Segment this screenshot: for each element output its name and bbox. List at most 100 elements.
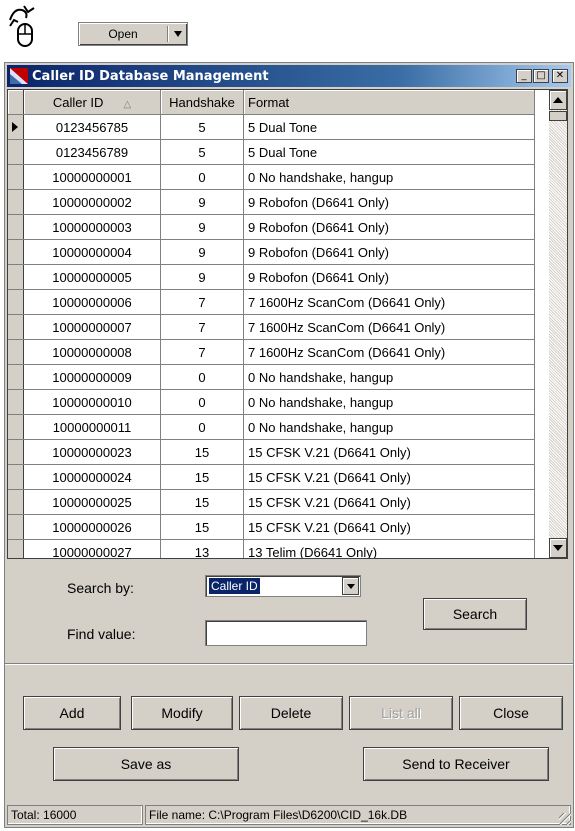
- cell-format[interactable]: 0 No handshake, hangup: [243, 364, 535, 390]
- cell-handshake[interactable]: 15: [160, 514, 244, 540]
- close-button[interactable]: Close: [459, 696, 563, 730]
- table-row[interactable]: 0123456785 5 5 Dual Tone: [8, 114, 535, 140]
- cell-handshake[interactable]: 0: [160, 164, 244, 190]
- column-header-format[interactable]: Format: [243, 90, 535, 115]
- row-indicator[interactable]: [8, 264, 24, 290]
- cell-caller-id[interactable]: 10000000009: [23, 364, 161, 390]
- table-row[interactable]: 10000000024 15 15 CFSK V.21 (D6641 Only): [8, 464, 535, 490]
- row-indicator[interactable]: [8, 164, 24, 190]
- cell-handshake[interactable]: 9: [160, 264, 244, 290]
- cell-format[interactable]: 9 Robofon (D6641 Only): [243, 189, 535, 215]
- open-button[interactable]: Open: [78, 22, 188, 46]
- row-indicator[interactable]: [8, 489, 24, 515]
- maximize-button[interactable]: □: [533, 69, 549, 83]
- row-indicator[interactable]: [8, 364, 24, 390]
- table-row[interactable]: 10000000011 0 0 No handshake, hangup: [8, 414, 535, 440]
- vertical-scrollbar[interactable]: [549, 90, 567, 558]
- cell-handshake[interactable]: 7: [160, 339, 244, 365]
- cell-format[interactable]: 9 Robofon (D6641 Only): [243, 264, 535, 290]
- table-row[interactable]: 10000000009 0 0 No handshake, hangup: [8, 364, 535, 390]
- find-value-input[interactable]: [205, 620, 367, 646]
- table-row[interactable]: 10000000007 7 7 1600Hz ScanCom (D6641 Only…: [8, 314, 535, 340]
- cell-caller-id[interactable]: 0123456789: [23, 139, 161, 165]
- search-button[interactable]: Search: [423, 598, 527, 630]
- cell-caller-id[interactable]: 10000000026: [23, 514, 161, 540]
- cell-handshake[interactable]: 7: [160, 289, 244, 315]
- list-all-button[interactable]: List all: [349, 696, 453, 730]
- caller-id-grid[interactable]: Caller ID △ Handshake Format 0123456785 5 5…: [7, 89, 568, 559]
- chevron-down-icon[interactable]: [169, 31, 187, 37]
- delete-button[interactable]: Delete: [239, 696, 343, 730]
- row-indicator[interactable]: [8, 114, 24, 140]
- scroll-up-icon[interactable]: [549, 90, 567, 110]
- table-row[interactable]: 10000000026 15 15 CFSK V.21 (D6641 Only): [8, 514, 535, 540]
- cell-caller-id[interactable]: 10000000025: [23, 489, 161, 515]
- table-row[interactable]: 10000000005 9 9 Robofon (D6641 Only): [8, 264, 535, 290]
- column-header-handshake[interactable]: Handshake: [160, 90, 244, 115]
- cell-caller-id[interactable]: 10000000008: [23, 339, 161, 365]
- cell-format[interactable]: 7 1600Hz ScanCom (D6641 Only): [243, 314, 535, 340]
- scroll-thumb[interactable]: [549, 111, 567, 121]
- cell-caller-id[interactable]: 0123456785: [23, 114, 161, 140]
- cell-format[interactable]: 0 No handshake, hangup: [243, 389, 535, 415]
- search-by-select[interactable]: Caller ID: [205, 575, 361, 597]
- cell-format[interactable]: 9 Robofon (D6641 Only): [243, 239, 535, 265]
- cell-handshake[interactable]: 9: [160, 189, 244, 215]
- cell-format[interactable]: 15 CFSK V.21 (D6641 Only): [243, 489, 535, 515]
- cell-handshake[interactable]: 9: [160, 214, 244, 240]
- row-indicator[interactable]: [8, 439, 24, 465]
- cell-handshake[interactable]: 0: [160, 364, 244, 390]
- table-row[interactable]: 10000000010 0 0 No handshake, hangup: [8, 389, 535, 415]
- cell-caller-id[interactable]: 10000000010: [23, 389, 161, 415]
- column-header-caller-id[interactable]: Caller ID △: [23, 90, 161, 115]
- send-to-receiver-button[interactable]: Send to Receiver: [363, 747, 549, 781]
- row-indicator[interactable]: [8, 214, 24, 240]
- cell-format[interactable]: 15 CFSK V.21 (D6641 Only): [243, 514, 535, 540]
- save-as-button[interactable]: Save as: [53, 747, 239, 781]
- cell-handshake[interactable]: 5: [160, 114, 244, 140]
- cell-format[interactable]: 9 Robofon (D6641 Only): [243, 214, 535, 240]
- cell-caller-id[interactable]: 10000000005: [23, 264, 161, 290]
- minimize-button[interactable]: _: [516, 69, 532, 83]
- cell-caller-id[interactable]: 10000000006: [23, 289, 161, 315]
- row-indicator[interactable]: [8, 314, 24, 340]
- cell-handshake[interactable]: 15: [160, 439, 244, 465]
- table-row[interactable]: 10000000003 9 9 Robofon (D6641 Only): [8, 214, 535, 240]
- table-row[interactable]: 10000000008 7 7 1600Hz ScanCom (D6641 Only…: [8, 339, 535, 365]
- cell-format[interactable]: 15 CFSK V.21 (D6641 Only): [243, 439, 535, 465]
- table-row[interactable]: 10000000001 0 0 No handshake, hangup: [8, 164, 535, 190]
- chevron-down-icon[interactable]: [342, 577, 359, 595]
- cell-handshake[interactable]: 7: [160, 314, 244, 340]
- cell-caller-id[interactable]: 10000000001: [23, 164, 161, 190]
- cell-format[interactable]: 7 1600Hz ScanCom (D6641 Only): [243, 339, 535, 365]
- cell-caller-id[interactable]: 10000000011: [23, 414, 161, 440]
- modify-button[interactable]: Modify: [131, 696, 233, 730]
- cell-caller-id[interactable]: 10000000027: [23, 539, 161, 558]
- row-indicator[interactable]: [8, 389, 24, 415]
- row-indicator[interactable]: [8, 239, 24, 265]
- cell-format[interactable]: 0 No handshake, hangup: [243, 414, 535, 440]
- table-row[interactable]: 10000000006 7 7 1600Hz ScanCom (D6641 Only…: [8, 289, 535, 315]
- close-window-button[interactable]: ✕: [552, 69, 568, 83]
- cell-handshake[interactable]: 15: [160, 464, 244, 490]
- cell-caller-id[interactable]: 10000000007: [23, 314, 161, 340]
- resize-grip-icon[interactable]: [559, 813, 571, 825]
- row-indicator[interactable]: [8, 139, 24, 165]
- cell-format[interactable]: 13 Telim (D6641 Only): [243, 539, 535, 558]
- cell-format[interactable]: 0 No handshake, hangup: [243, 164, 535, 190]
- cell-caller-id[interactable]: 10000000024: [23, 464, 161, 490]
- cell-format[interactable]: 5 Dual Tone: [243, 139, 535, 165]
- cell-caller-id[interactable]: 10000000002: [23, 189, 161, 215]
- row-indicator[interactable]: [8, 464, 24, 490]
- cell-handshake[interactable]: 9: [160, 239, 244, 265]
- cell-format[interactable]: 5 Dual Tone: [243, 114, 535, 140]
- add-button[interactable]: Add: [23, 696, 121, 730]
- cell-caller-id[interactable]: 10000000003: [23, 214, 161, 240]
- cell-handshake[interactable]: 0: [160, 389, 244, 415]
- row-indicator[interactable]: [8, 339, 24, 365]
- cell-handshake[interactable]: 5: [160, 139, 244, 165]
- table-row[interactable]: 10000000025 15 15 CFSK V.21 (D6641 Only): [8, 489, 535, 515]
- row-indicator[interactable]: [8, 514, 24, 540]
- table-row[interactable]: 10000000023 15 15 CFSK V.21 (D6641 Only): [8, 439, 535, 465]
- table-row[interactable]: 0123456789 5 5 Dual Tone: [8, 139, 535, 165]
